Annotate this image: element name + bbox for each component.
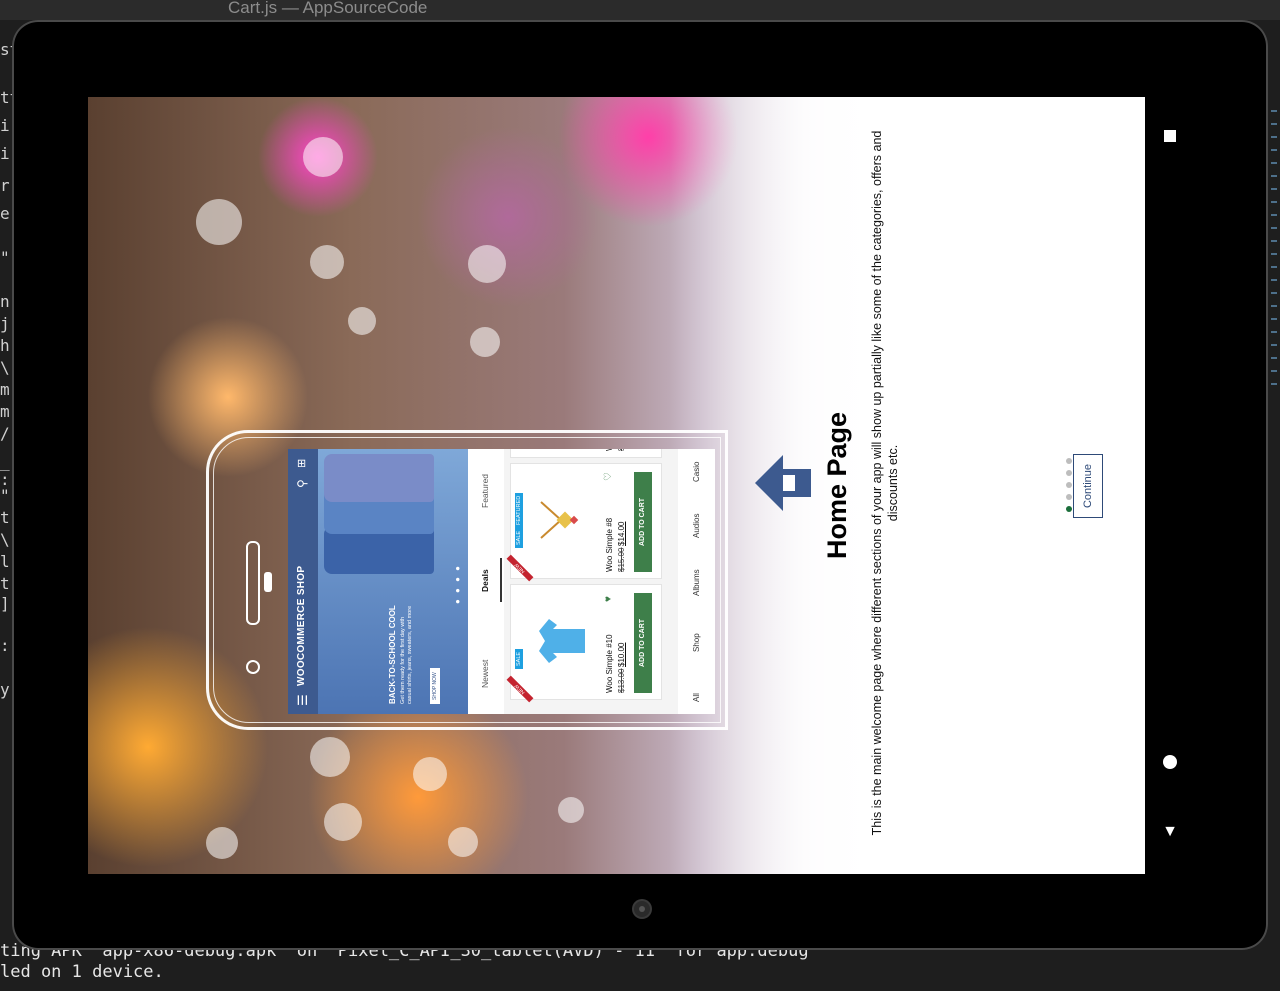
code-fragment: " [0,248,10,267]
product-old-price: $13.00 [617,668,626,693]
product-name: Woo Simple #8 [605,517,614,572]
triangle-icon[interactable]: ▼ [1160,824,1180,840]
code-fragment: l [0,552,10,571]
new-badge: NEW [506,675,534,703]
phone-camera-icon [246,660,260,674]
phone-sensor [264,572,272,592]
product-card: NEW SALE ♥ Woo Simple #10 $13.00 $10.00 … [506,584,662,703]
category-item: Audios [692,513,701,538]
code-fragment: \ [0,358,10,377]
banner-heading: BACK-TO-SCHOOL COOL [388,605,397,704]
phone-mockup-screen: ☰ WOOCOMMERCE SHOP ⚲ ⊞ BACK-TO-SCHOOL CO… [288,449,715,714]
app-screen: Home Page This is the main welcome page … [88,97,1145,874]
code-fragment: j [0,314,10,333]
shop-app: ☰ WOOCOMMERCE SHOP ⚲ ⊞ BACK-TO-SCHOOL CO… [288,449,715,714]
code-fragment: h [0,336,10,355]
product-name: Wo [605,449,614,451]
page-dot [1066,458,1072,464]
page-dot-active [1066,506,1072,512]
code-fragment: n [0,292,10,311]
product-price: $14.00 [617,521,626,546]
category-item: Albums [692,569,701,596]
page-dot [1066,494,1072,500]
promo-banner: BACK-TO-SCHOOL COOL Get them ready for t… [318,449,468,714]
window-title: Cart.js — AppSourceCode [228,0,428,17]
product-old-price: $15.00 [617,547,626,572]
add-to-cart-button: ADD TO CART [634,593,652,693]
product-price: $10.00 [617,642,626,667]
shop-app-bar: ☰ WOOCOMMERCE SHOP ⚲ ⊞ [288,449,318,714]
heart-icon: ♥ [603,596,614,602]
code-fragment: m [0,380,10,399]
category-item: Casio [692,461,701,482]
front-camera-icon [634,901,650,917]
continue-button[interactable]: Continue [1073,454,1103,518]
heart-icon: ♡ [603,472,614,481]
category-item: All [692,693,701,702]
product-price: $1 [617,449,626,451]
page-dot [1066,470,1072,476]
code-fragment: i [0,144,10,163]
product-card-partial: Wo $1 [510,449,662,458]
circle-icon[interactable] [1160,755,1180,769]
code-fragment: " [0,486,10,505]
shirt-image [324,454,434,502]
tab-deals: Deals [480,569,490,592]
phone-speaker [246,541,260,625]
code-fragment: ] [0,594,10,613]
category-bar: All Shop Albums Audios Casio [678,449,715,714]
pendant-image [540,501,579,539]
home-arrow-icon [755,455,811,511]
product-card: NEW SALE FEATURED ♡ Woo Simple #8 $15.00… [506,463,662,582]
tshirt-image [539,619,585,663]
code-fragment: r [0,176,10,195]
shop-tabs: Newest Deals Featured [468,449,504,714]
code-fragment: / [0,424,10,443]
category-item: Shop [692,633,701,652]
banner-text: Get them ready for the first day with ca… [400,605,413,704]
editor-title-bar: Cart.js — AppSourceCode [0,0,1280,20]
page-dot [1066,482,1072,488]
console-line: led on 1 device. [0,962,164,982]
add-to-cart-button: ADD TO CART [634,472,652,572]
code-fragment: m [0,402,10,421]
sale-badge: SALE [515,648,523,669]
page-description: This is the main welcome page where diff… [870,130,900,836]
code-fragment: y [0,680,10,699]
code-fragment: i [0,116,10,135]
code-fragment: e [0,204,10,223]
square-icon[interactable] [1160,130,1180,142]
tab-indicator [500,558,502,602]
new-badge: NEW [506,554,534,582]
sale-badge: SALE [515,527,523,548]
featured-badge: FEATURED [515,492,523,528]
tab-featured: Featured [480,473,490,508]
page-indicator [1059,452,1072,512]
code-fragment: : [0,636,10,655]
page-title: Home Page [822,411,852,560]
banner-dots: ● ● ● ● [453,564,462,604]
code-fragment: \ [0,530,10,549]
code-fragment: _ [0,452,10,471]
code-fragment: t [0,508,10,527]
banner-shop-button: SHOP NOW [430,668,440,704]
search-icon: ⚲ [295,479,309,488]
cart-icon: ⊞ [296,458,308,468]
code-fragment: t [0,574,10,593]
product-name: Woo Simple #10 [605,634,614,693]
shop-title: WOOCOMMERCE SHOP [296,565,307,686]
menu-icon: ☰ [295,694,310,706]
tab-newest: Newest [480,659,490,688]
editor-scroll-gutter[interactable] [1266,40,1280,800]
